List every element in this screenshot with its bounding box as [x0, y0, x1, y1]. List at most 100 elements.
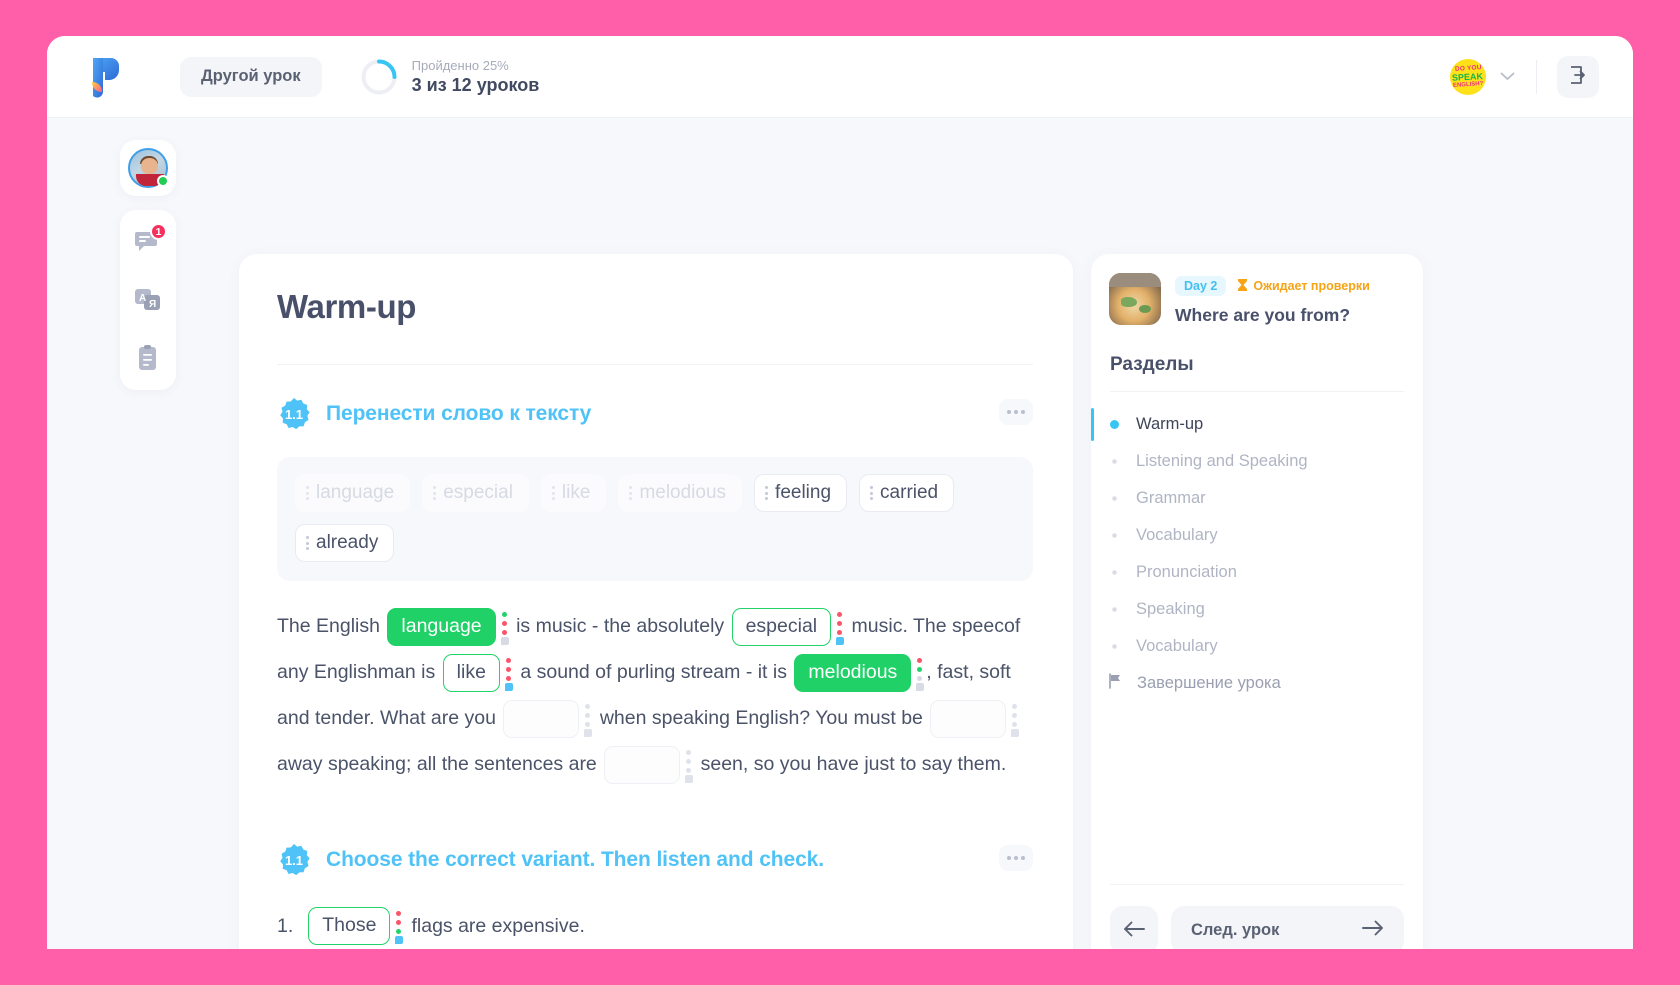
answer-slot[interactable] — [930, 699, 1020, 738]
rail-icons-card: 1 A Я — [120, 210, 176, 390]
answer-slot-label: Those — [308, 907, 391, 945]
section-label: Speaking — [1136, 600, 1205, 618]
sidebar-item-warm-up[interactable]: Warm-up — [1091, 406, 1423, 443]
slot-marker-icon[interactable] — [504, 654, 513, 692]
sidebar-item-vocabulary-2[interactable]: Vocabulary — [1091, 628, 1423, 665]
arrow-left-icon — [1123, 921, 1145, 940]
word-chip[interactable]: carried — [859, 474, 955, 512]
task-title: Choose the correct variant. Then listen … — [326, 848, 824, 871]
section-bullet-icon — [1112, 459, 1117, 464]
next-lesson-button[interactable]: След. урок — [1171, 906, 1404, 949]
header-divider — [1536, 59, 1537, 94]
lesson-content-card: Warm-up 1.1 Перенести слово к тексту lan… — [239, 254, 1073, 949]
task-number-label: 1.1 — [284, 852, 304, 868]
word-bank: language especial like melodious feeling… — [277, 457, 1033, 581]
slot-marker-icon[interactable] — [915, 654, 925, 692]
globe-photo-thumbnail — [1109, 273, 1161, 325]
answer-slot-label: melodious — [794, 653, 912, 692]
hourglass-icon — [1237, 278, 1248, 295]
svg-text:A: A — [139, 293, 146, 304]
paragraph-text: is music - the absolutely — [510, 615, 730, 637]
drag-handle-icon[interactable] — [870, 486, 874, 500]
avatar[interactable]: DO YOU SPEAK ENGLISH? — [1450, 58, 1486, 95]
flag-icon — [1108, 673, 1123, 694]
sidebar-item-vocabulary-1[interactable]: Vocabulary — [1091, 517, 1423, 554]
drag-handle-icon[interactable] — [306, 536, 309, 550]
clipboard-icon[interactable] — [131, 343, 165, 373]
word-chip[interactable]: already — [295, 524, 395, 562]
sidebar-item-listening-and-speaking[interactable]: Listening and Speaking — [1091, 443, 1423, 480]
avatar-line-3: ENGLISH? — [1452, 80, 1484, 90]
drag-handle-icon — [433, 486, 437, 500]
status-label: Ожидает проверки — [1253, 279, 1370, 293]
task-number-seal: 1.1 — [277, 843, 311, 877]
section-bullet-icon — [1112, 533, 1117, 538]
question-row: 1. Those flags are expensive. — [277, 903, 1033, 949]
section-bullet-icon — [1112, 570, 1117, 575]
progress-value: 3 из 12 уроков — [411, 75, 540, 95]
sidebar-item-speaking[interactable]: Speaking — [1091, 591, 1423, 628]
word-chip-label: already — [316, 532, 379, 553]
word-chip[interactable]: feeling — [754, 474, 848, 512]
cloze-paragraph: The English language is music - the abso… — [277, 603, 1033, 787]
slot-marker-icon[interactable] — [500, 608, 509, 646]
app-header: Другой урок Пройденно 25% 3 из 12 уроков… — [47, 36, 1633, 118]
answer-slot-label: language — [387, 607, 496, 646]
question-tail-text: flags are expensive. — [411, 915, 585, 937]
paragraph-text: just to say them. — [864, 753, 1007, 775]
slot-marker-icon[interactable] — [394, 907, 404, 945]
paragraph-text: a sound of purling stream - it is — [514, 661, 793, 683]
word-chip-label: language — [316, 482, 395, 503]
answer-slot[interactable]: like — [442, 653, 513, 692]
answer-slot-label — [930, 699, 1007, 738]
word-chip-label: like — [561, 482, 591, 503]
slot-marker-icon[interactable] — [1010, 700, 1020, 738]
more-options-icon[interactable] — [999, 399, 1033, 425]
word-chip: melodious — [618, 474, 743, 512]
word-chip: especial — [422, 474, 529, 512]
answer-slot[interactable]: especial — [731, 607, 845, 646]
user-avatar[interactable] — [128, 148, 169, 188]
word-chip-label: feeling — [775, 482, 832, 503]
app-window: Другой урок Пройденно 25% 3 из 12 уроков… — [47, 36, 1633, 949]
translate-icon[interactable]: A Я — [131, 285, 165, 315]
answer-slot[interactable] — [503, 699, 593, 738]
section-label: Warm-up — [1136, 415, 1204, 433]
task-number-seal: 1.1 — [277, 397, 311, 431]
section-label: Pronunciation — [1136, 563, 1237, 581]
answer-slot[interactable] — [604, 745, 694, 784]
answer-slot[interactable]: language — [387, 607, 509, 646]
answer-slot[interactable]: Those — [308, 907, 404, 945]
drag-handle-icon[interactable] — [765, 486, 769, 500]
lesson-progress: Пройденно 25% 3 из 12 уроков — [360, 57, 540, 96]
chevron-down-icon[interactable] — [1498, 68, 1516, 86]
word-chip: language — [295, 474, 411, 512]
paragraph-text: The English — [277, 615, 386, 637]
section-bullet-icon — [1112, 607, 1117, 612]
lesson-sections-panel: Day 2 Ожидает проверки Where are you fro… — [1091, 254, 1423, 949]
previous-lesson-button[interactable] — [1110, 906, 1158, 949]
chat-bubble-icon[interactable]: 1 — [131, 223, 167, 257]
word-chip-label: melodious — [639, 482, 727, 503]
paragraph-text: music. The speec — [846, 615, 1005, 637]
sidebar-item-grammar[interactable]: Grammar — [1091, 480, 1423, 517]
answer-slot-label: especial — [731, 607, 832, 646]
progress-caption: Пройденно 25% — [411, 58, 509, 73]
chat-unread-badge: 1 — [150, 223, 167, 240]
section-bullet-icon — [1112, 496, 1117, 501]
section-label: Завершение урока — [1137, 674, 1281, 692]
slot-marker-icon[interactable] — [684, 746, 694, 784]
exit-button[interactable] — [1557, 55, 1599, 98]
speakprint-logo-icon[interactable] — [84, 56, 124, 98]
slot-marker-icon[interactable] — [835, 608, 845, 646]
drag-handle-icon — [629, 486, 633, 500]
other-lesson-button[interactable]: Другой урок — [180, 56, 322, 97]
slot-marker-icon[interactable] — [583, 700, 593, 738]
more-options-icon[interactable] — [999, 845, 1033, 871]
drag-handle-icon — [551, 486, 555, 500]
answer-slot[interactable]: melodious — [794, 653, 925, 692]
sidebar-item-pronunciation[interactable]: Pronunciation — [1091, 554, 1423, 591]
day-badge: Day 2 — [1175, 276, 1227, 296]
sidebar-item-lesson-completion[interactable]: Завершение урока — [1091, 665, 1423, 702]
divider — [1110, 391, 1404, 392]
